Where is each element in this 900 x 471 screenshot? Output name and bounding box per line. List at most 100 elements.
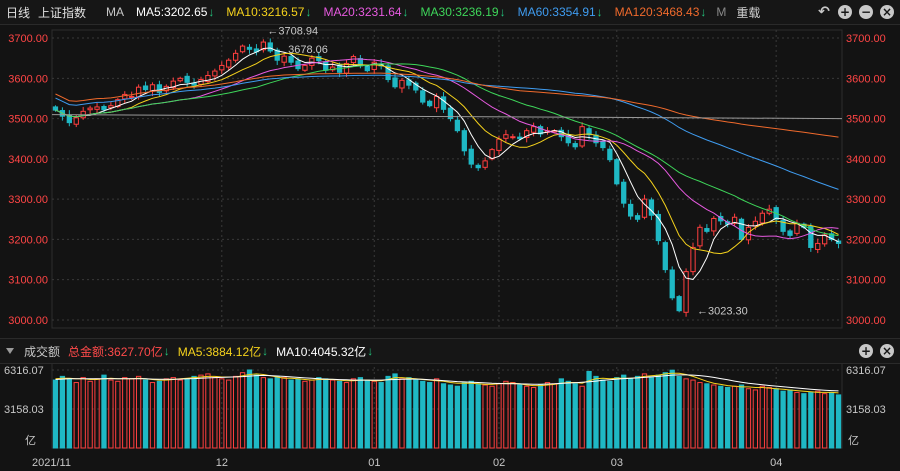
volume-bar [163, 378, 169, 449]
volume-bar [295, 378, 301, 449]
volume-bar [738, 384, 745, 449]
y-tick-label-right: 3000.00 [846, 315, 886, 327]
y-tick-label-right: 3700.00 [846, 33, 886, 45]
volume-label[interactable]: 成交额 [24, 343, 60, 360]
volume-bar [246, 369, 253, 449]
candle-body [711, 217, 717, 232]
volume-bar [607, 380, 613, 449]
y-tick-label-right: 3500.00 [846, 114, 886, 126]
candle-body [510, 136, 516, 139]
volume-bar [530, 386, 537, 449]
candle-body [281, 55, 287, 63]
volume-bar [142, 379, 149, 449]
candle-body [212, 70, 218, 77]
volume-bar [482, 384, 488, 449]
volume-bar [759, 385, 765, 449]
volume-bar [835, 394, 842, 449]
candle-body [482, 160, 488, 168]
zoom-in-icon[interactable]: + [859, 344, 873, 358]
volume-bar [655, 374, 662, 449]
candle-body [87, 107, 93, 111]
candle-body [246, 46, 253, 50]
candle-body [503, 134, 509, 139]
volume-bar [440, 383, 447, 449]
volume-bar [122, 377, 128, 449]
candle-body [704, 228, 710, 232]
volume-bar [503, 380, 509, 449]
volume-bar [129, 378, 135, 449]
kline-chart[interactable]: 3700.00 3700.00 3600.00 3600.00 3500.00 3500.… [0, 0, 900, 471]
volume-bar [794, 391, 800, 449]
y-tick-label-left: 3600.00 [8, 73, 48, 85]
volume-plot-frame [51, 361, 843, 449]
candle-body [392, 77, 398, 88]
candle-body [676, 296, 682, 312]
volume-bar [399, 378, 405, 449]
y-tick-label-left: 3400.00 [8, 154, 48, 166]
volume-bar [773, 388, 779, 449]
volume-bar [752, 389, 759, 449]
volume-bar [302, 380, 308, 449]
volume-bar [808, 391, 814, 449]
volume-bar [648, 377, 655, 449]
volume-bar [510, 382, 516, 449]
volume-tick-label-left: 3158.03 [4, 404, 44, 416]
volume-bar [52, 379, 59, 449]
candle-body [454, 119, 461, 132]
candle-body [621, 181, 627, 204]
extreme-annotation: ←3708.94 [267, 25, 318, 37]
volume-bar [711, 384, 717, 449]
volume-bar [579, 385, 585, 449]
volume-tick-label-left: 6316.07 [4, 365, 44, 377]
long-ma-line [51, 114, 843, 120]
volume-bar [669, 369, 675, 449]
candle-body [440, 96, 447, 110]
volume-bar [156, 380, 163, 449]
candle-body [759, 212, 765, 224]
volume-bar [641, 373, 648, 449]
candle-body [323, 61, 329, 71]
candle-body [690, 246, 696, 273]
volume-bar [392, 373, 398, 449]
volume-bar [309, 379, 315, 449]
volume-bar [489, 385, 495, 449]
candle-body [600, 141, 606, 149]
volume-bar [108, 379, 114, 449]
volume-bar [115, 380, 121, 449]
volume-bar [731, 385, 738, 449]
volume-ma10-arrow: ↓ [367, 344, 374, 358]
volume-bar [420, 380, 426, 449]
volume-bar [170, 377, 176, 449]
candle-body [662, 242, 668, 271]
volume-bar [572, 383, 578, 449]
volume-icons: + × [859, 339, 894, 363]
volume-bar [149, 382, 156, 449]
volume-bar [551, 383, 558, 449]
volume-bar [828, 391, 835, 449]
volume-bar [586, 370, 592, 449]
volume-bar [725, 386, 731, 449]
close-icon[interactable]: × [880, 344, 894, 358]
volume-bar [330, 379, 336, 449]
volume-bar [184, 378, 190, 449]
y-tick-label-left: 3100.00 [8, 275, 48, 287]
x-tick-label: 04 [770, 457, 782, 469]
volume-bar [316, 377, 322, 449]
volume-bar [253, 374, 260, 449]
candle-body [135, 86, 142, 98]
candle-body [184, 75, 190, 83]
volume-unit-label-left: 亿 [25, 434, 36, 447]
candle-body [634, 215, 641, 220]
volume-bar [447, 384, 454, 449]
collapse-icon[interactable] [6, 348, 14, 354]
candle-body [669, 269, 675, 299]
volume-unit-label-right: 亿 [848, 434, 859, 447]
volume-bar [226, 379, 232, 449]
volume-ma5-arrow: ↓ [262, 344, 269, 358]
x-tick-label: 12 [216, 457, 228, 469]
volume-bar [461, 382, 467, 449]
candle-body [815, 242, 821, 250]
candle-body [461, 130, 467, 152]
volume-bar [676, 375, 682, 449]
x-tick-label: 03 [611, 457, 623, 469]
